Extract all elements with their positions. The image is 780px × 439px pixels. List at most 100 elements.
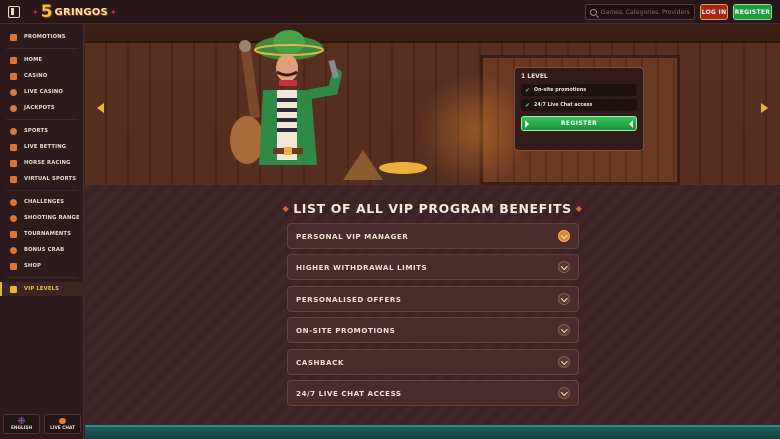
shop-icon xyxy=(10,262,17,270)
sidebar-item-label: LIVE CASINO xyxy=(24,89,64,95)
logo-text: GRINGOS xyxy=(54,6,108,18)
sidebar-item-label: TOURNAMENTS xyxy=(24,231,72,237)
sidebar-item-label: CASINO xyxy=(24,73,48,79)
register-button[interactable]: REGISTER xyxy=(733,4,772,20)
section-title-text: LIST OF ALL VIP PROGRAM BENEFITS xyxy=(293,201,572,216)
sidebar-item-label: HORSE RACING xyxy=(24,160,71,166)
sidebar-footer: ENGLISH LIVE CHAT xyxy=(3,414,81,434)
divider xyxy=(6,277,78,278)
language-button[interactable]: ENGLISH xyxy=(3,414,40,434)
check-icon: ✔ xyxy=(525,86,531,94)
benefit-label: 24/7 LIVE CHAT ACCESS xyxy=(296,388,402,398)
banner-prev-arrow-icon[interactable] xyxy=(97,103,104,113)
sidebar-item-label: CHALLENGES xyxy=(24,199,65,205)
benefit-row[interactable]: 24/7 LIVE CHAT ACCESS xyxy=(287,380,579,406)
uk-flag-icon xyxy=(18,417,25,424)
vip-feature-label: 24/7 Live Chat access xyxy=(534,102,593,108)
trophy-icon xyxy=(10,230,17,238)
target-icon xyxy=(10,198,17,206)
benefit-row[interactable]: PERSONALISED OFFERS xyxy=(287,286,579,312)
mascot-illustration xyxy=(230,30,433,185)
vip-level-title: 1 LEVEL xyxy=(521,73,548,80)
sidebar-item-bonus-crab[interactable]: BONUS CRAB xyxy=(0,243,84,257)
sidebar: PROMOTIONS HOME CASINO LIVE CASINO JACKP… xyxy=(0,24,84,439)
vip-level-card: 1 LEVEL ✔ On-site promotions ✔ 24/7 Live… xyxy=(514,67,644,151)
sidebar-item-label: JACKPOTS xyxy=(24,105,55,111)
sidebar-item-label: LIVE BETTING xyxy=(24,144,67,150)
sidebar-item-shop[interactable]: SHOP xyxy=(0,259,84,273)
coins-icon xyxy=(10,104,17,112)
hero-banner: 1 LEVEL ✔ On-site promotions ✔ 24/7 Live… xyxy=(85,25,780,185)
search-box[interactable] xyxy=(585,4,695,20)
logo-number: 5 xyxy=(40,2,53,22)
vip-register-button[interactable]: REGISTER xyxy=(521,116,637,131)
vip-feature-label: On-site promotions xyxy=(534,87,587,93)
divider xyxy=(6,119,78,120)
sidebar-item-label: PROMOTIONS xyxy=(24,34,66,40)
check-icon: ✔ xyxy=(525,101,531,109)
diamond-icon: ◆ xyxy=(575,204,583,213)
chevron-down-icon[interactable] xyxy=(558,324,570,336)
language-label: ENGLISH xyxy=(10,426,33,431)
vip-feature-item: ✔ 24/7 Live Chat access xyxy=(521,99,637,111)
benefit-label: ON-SITE PROMOTIONS xyxy=(296,325,396,335)
banner-next-arrow-icon[interactable] xyxy=(761,103,768,113)
sidebar-item-label: SHOOTING RANGE xyxy=(24,215,80,221)
benefit-label: PERSONAL VIP MANAGER xyxy=(296,231,409,241)
sidebar-item-home[interactable]: HOME xyxy=(0,53,84,67)
sidebar-item-label: HOME xyxy=(24,57,43,63)
section-title: ◆ LIST OF ALL VIP PROGRAM BENEFITS ◆ xyxy=(85,201,780,216)
benefit-row[interactable]: HIGHER WITHDRAWAL LIMITS xyxy=(287,254,579,280)
sidebar-item-virtual-sports[interactable]: VIRTUAL SPORTS xyxy=(0,172,84,186)
crab-icon xyxy=(10,246,17,254)
benefit-row[interactable]: PERSONAL VIP MANAGER xyxy=(287,223,579,249)
sidebar-item-promotions[interactable]: PROMOTIONS xyxy=(0,30,84,44)
divider xyxy=(6,190,78,191)
benefit-row[interactable]: CASHBACK xyxy=(287,349,579,375)
benefit-label: HIGHER WITHDRAWAL LIMITS xyxy=(296,262,428,272)
chevron-down-icon[interactable] xyxy=(558,387,570,399)
search-icon xyxy=(590,8,597,16)
sidebar-item-label: SHOP xyxy=(24,263,42,269)
live-icon xyxy=(10,143,17,151)
sidebar-item-horse-racing[interactable]: HORSE RACING xyxy=(0,156,84,170)
crown-icon xyxy=(10,285,17,293)
star-icon: ✦ xyxy=(109,7,117,17)
divider xyxy=(6,48,78,49)
login-button[interactable]: LOG IN xyxy=(700,4,728,20)
sidebar-item-vip-levels[interactable]: VIP LEVELS xyxy=(0,282,84,296)
chevron-down-icon[interactable] xyxy=(558,261,570,273)
chat-icon xyxy=(59,417,66,424)
virtual-icon xyxy=(10,175,17,183)
crosshair-icon xyxy=(10,214,17,222)
footer-decorative-strip xyxy=(85,425,780,439)
sidebar-item-live-casino[interactable]: LIVE CASINO xyxy=(0,85,84,99)
benefit-row[interactable]: ON-SITE PROMOTIONS xyxy=(287,317,579,343)
sidebar-item-live-betting[interactable]: LIVE BETTING xyxy=(0,140,84,154)
sidebar-item-casino[interactable]: CASINO xyxy=(0,69,84,83)
sidebar-item-label: SPORTS xyxy=(24,128,49,134)
dealer-icon xyxy=(10,88,17,96)
search-input[interactable] xyxy=(601,8,694,16)
horse-icon xyxy=(10,159,17,167)
sidebar-item-jackpots[interactable]: JACKPOTS xyxy=(0,101,84,115)
vip-feature-item: ✔ On-site promotions xyxy=(521,84,637,96)
sidebar-item-tournaments[interactable]: TOURNAMENTS xyxy=(0,227,84,241)
sidebar-item-label: BONUS CRAB xyxy=(24,247,65,253)
star-icon: ✦ xyxy=(32,7,39,17)
chevron-down-icon[interactable] xyxy=(558,293,570,305)
live-chat-button[interactable]: LIVE CHAT xyxy=(44,414,81,434)
logo[interactable]: ✦ 5 GRINGOS ✦ xyxy=(32,2,117,22)
sidebar-item-label: VIRTUAL SPORTS xyxy=(24,176,77,182)
chevron-down-icon[interactable] xyxy=(558,356,570,368)
vip-benefits-section: ◆ LIST OF ALL VIP PROGRAM BENEFITS ◆ PERSO… xyxy=(85,185,780,425)
chevron-down-icon[interactable] xyxy=(558,230,570,242)
benefit-label: PERSONALISED OFFERS xyxy=(296,294,402,304)
sidebar-item-sports[interactable]: SPORTS xyxy=(0,124,84,138)
sidebar-toggle-icon[interactable] xyxy=(8,6,20,18)
sidebar-item-label: VIP LEVELS xyxy=(24,286,60,292)
sidebar-item-shooting-range[interactable]: SHOOTING RANGE xyxy=(0,211,84,225)
home-icon xyxy=(10,56,17,64)
ball-icon xyxy=(10,127,17,135)
sidebar-item-challenges[interactable]: CHALLENGES xyxy=(0,195,84,209)
